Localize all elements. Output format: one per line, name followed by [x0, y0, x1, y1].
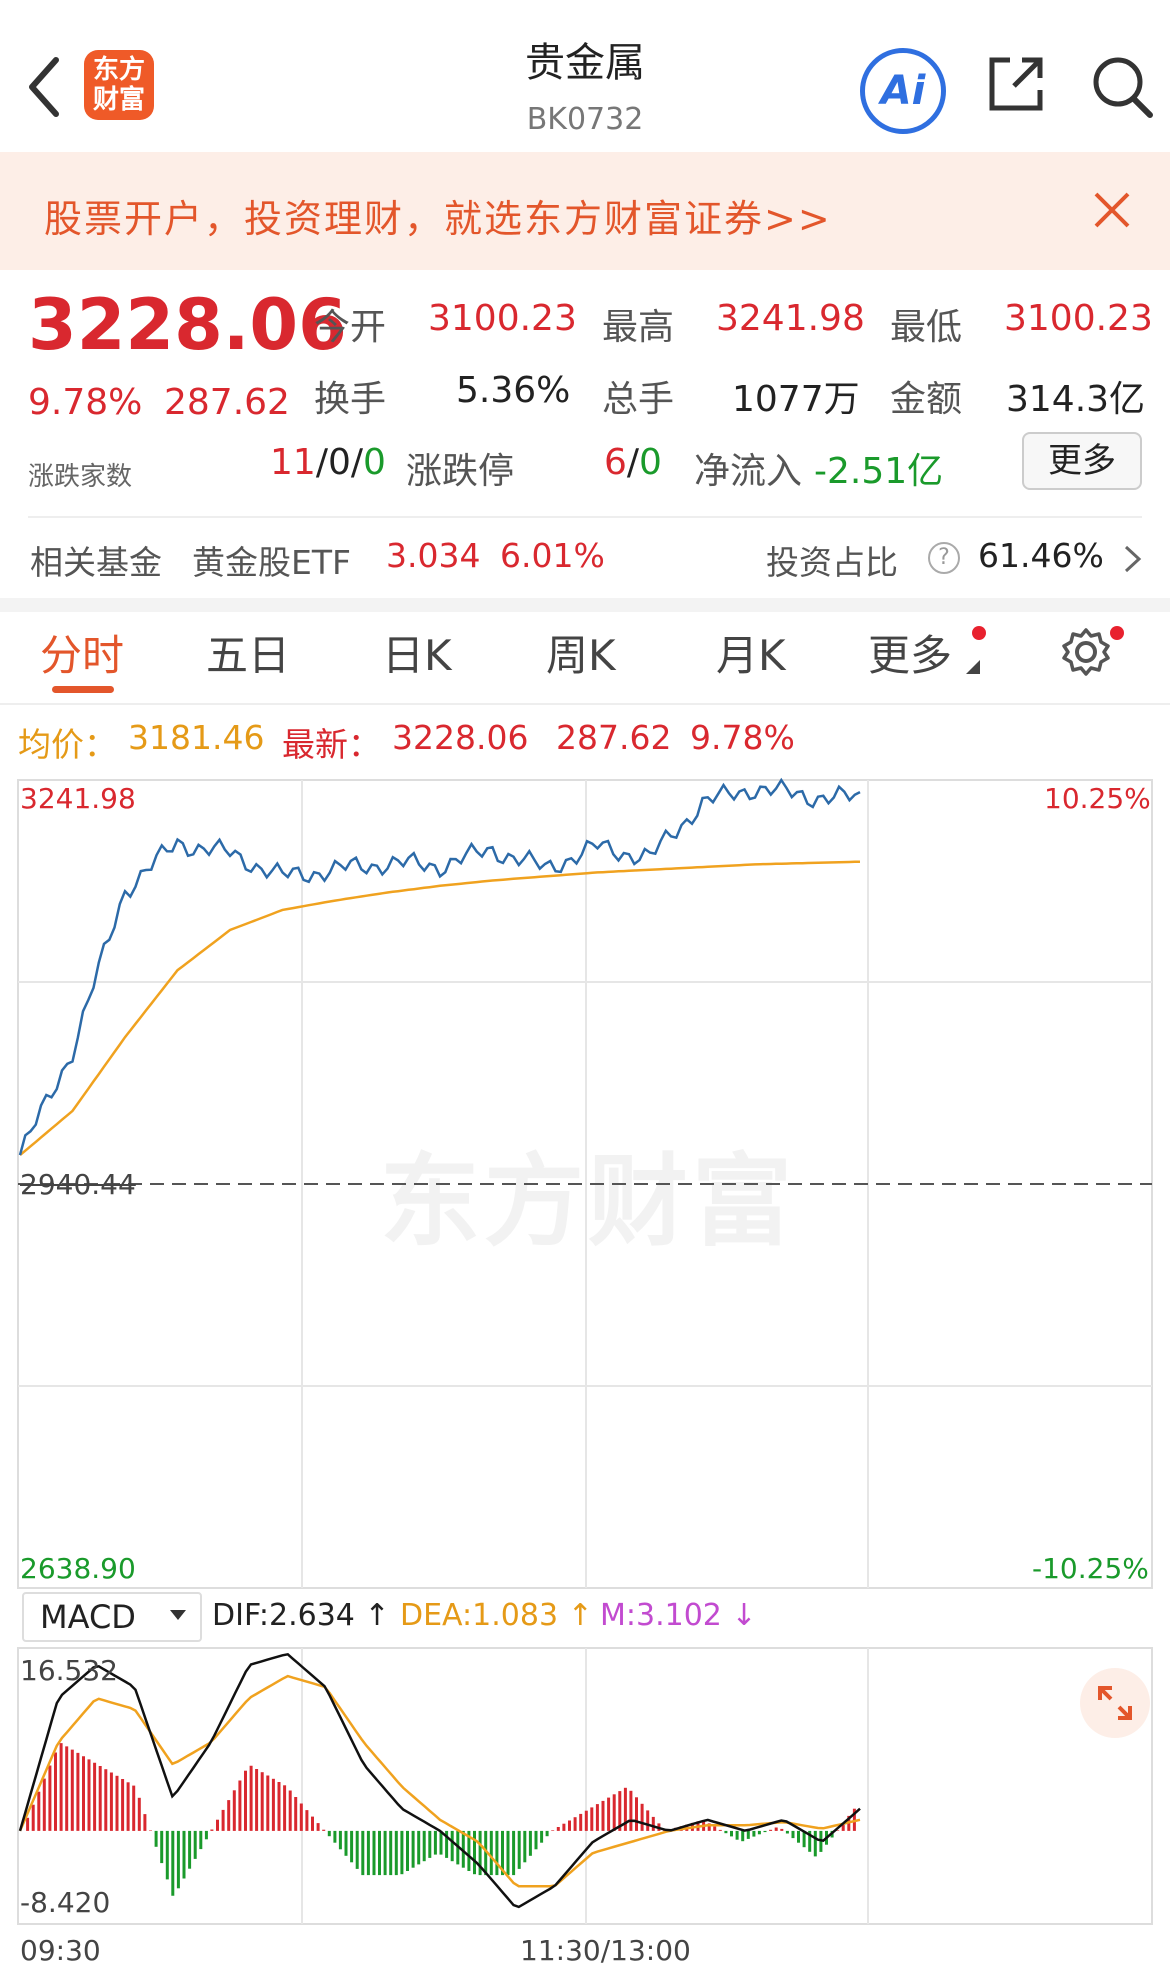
dropdown-arrow-icon	[170, 1610, 186, 1620]
expand-chart-button[interactable]	[1080, 1668, 1150, 1738]
dea-value: DEA:1.083 ↑	[400, 1598, 593, 1633]
price-line	[18, 777, 861, 1156]
y-bottom-pct: -10.25%	[1032, 1552, 1149, 1585]
time-start: 09:30	[20, 1934, 101, 1967]
dif-value: DIF:2.634 ↑	[212, 1598, 390, 1633]
expand-icon	[1098, 1686, 1132, 1720]
y-bottom-price: 2638.90	[20, 1552, 136, 1585]
avg-price-line	[19, 860, 861, 1157]
m-value: M:3.102 ↓	[600, 1598, 757, 1633]
macd-top-value: 16.532	[20, 1654, 118, 1687]
y-mid-price: 2940.44	[20, 1168, 136, 1201]
dea-line	[18, 1674, 861, 1888]
y-top-pct: 10.25%	[1044, 782, 1151, 815]
dif-line	[18, 1652, 861, 1909]
y-top-price: 3241.98	[20, 782, 136, 815]
intraday-chart[interactable]	[0, 0, 1170, 1980]
macd-bottom-value: -8.420	[20, 1886, 111, 1919]
time-mid: 11:30/13:00	[520, 1934, 691, 1967]
